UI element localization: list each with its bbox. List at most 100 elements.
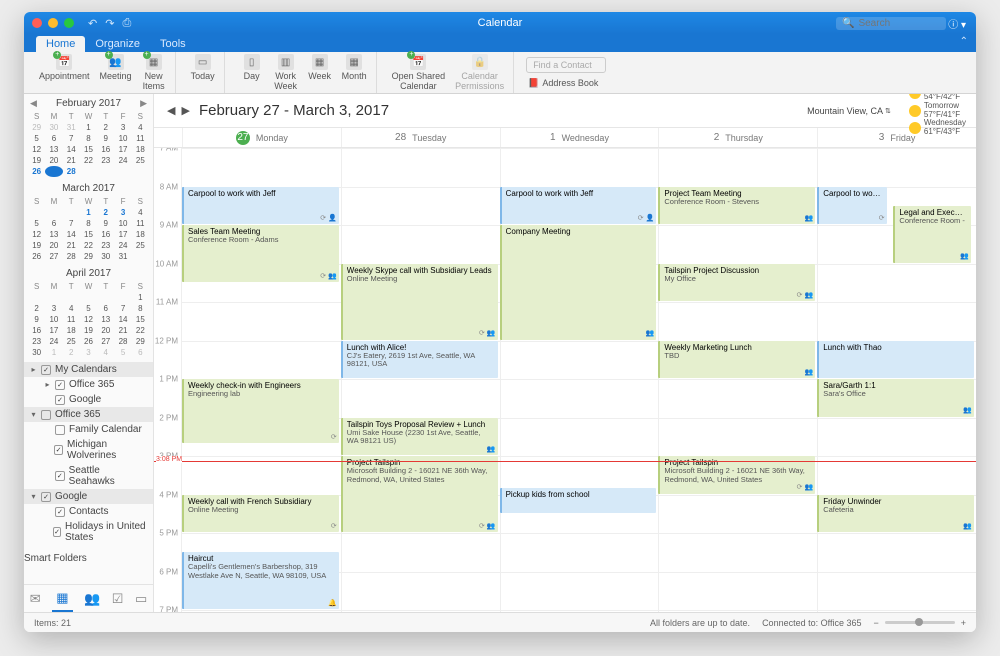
zoom-in-icon[interactable]: + <box>961 618 966 628</box>
mini-day[interactable]: 11 <box>132 218 149 229</box>
redo-icon[interactable]: ↷ <box>105 17 114 30</box>
mini-prev-month[interactable]: ◀ <box>30 98 37 109</box>
mini-day[interactable]: 12 <box>28 144 45 155</box>
search-box[interactable]: 🔍 <box>836 17 946 30</box>
mini-day[interactable]: 26 <box>80 336 97 347</box>
mini-day[interactable]: 13 <box>45 144 62 155</box>
mini-day[interactable]: 14 <box>63 144 80 155</box>
mini-day[interactable]: 1 <box>45 347 62 358</box>
checkbox-icon[interactable]: ✓ <box>55 471 65 481</box>
mini-day[interactable]: 15 <box>80 144 97 155</box>
mini-day[interactable]: 28 <box>63 251 80 262</box>
mini-day[interactable]: 3 <box>114 207 131 218</box>
mail-nav-icon[interactable]: ✉ <box>30 591 41 607</box>
calendar-event[interactable]: Tailspin Toys Proposal Review + LunchUmi… <box>341 418 498 456</box>
day-header[interactable]: 3Friday <box>817 128 976 147</box>
mini-day[interactable]: 11 <box>132 133 149 144</box>
collapse-ribbon-icon[interactable]: ⌃ <box>960 36 968 47</box>
mini-day[interactable]: 24 <box>114 155 131 166</box>
tab-organize[interactable]: Organize <box>85 36 150 52</box>
checkbox-icon[interactable]: ✓ <box>55 380 65 390</box>
mini-day[interactable] <box>45 292 62 303</box>
mini-day[interactable]: 27 <box>97 336 114 347</box>
mini-day[interactable]: 3 <box>45 303 62 314</box>
mini-day[interactable] <box>63 207 80 218</box>
mini-day[interactable]: 25 <box>132 240 149 251</box>
today-button[interactable]: ▭Today <box>188 52 218 84</box>
mini-day[interactable]: 21 <box>114 325 131 336</box>
mini-day[interactable]: 15 <box>80 229 97 240</box>
mini-next-month[interactable]: ▶ <box>140 98 147 109</box>
mini-day[interactable]: 4 <box>132 207 149 218</box>
mini-day[interactable]: 13 <box>97 314 114 325</box>
mini-day[interactable]: 3 <box>80 347 97 358</box>
day-header[interactable]: 28Tuesday <box>341 128 500 147</box>
zoom-out-icon[interactable]: − <box>873 618 878 628</box>
calendar-tree-item[interactable]: ▸✓My Calendars <box>24 362 153 377</box>
close-window-button[interactable] <box>32 18 42 28</box>
zoom-slider[interactable]: − + <box>873 618 966 628</box>
mini-day[interactable]: 20 <box>45 240 62 251</box>
mini-day[interactable]: 27 <box>45 251 62 262</box>
mini-day[interactable]: 8 <box>80 218 97 229</box>
calendar-event[interactable]: Legal and Executives Bi-WeeklyConference… <box>893 206 970 263</box>
mini-day[interactable]: 9 <box>97 133 114 144</box>
tasks-nav-icon[interactable]: ☑ <box>112 591 124 607</box>
new-meeting-button[interactable]: +👥Meeting <box>97 52 135 84</box>
checkbox-icon[interactable]: ✓ <box>54 445 63 455</box>
calendar-tree-item[interactable]: Family Calendar <box>24 422 153 437</box>
weather-location[interactable]: Mountain View, CA ⇅ <box>807 106 891 116</box>
mini-day[interactable]: 30 <box>28 347 45 358</box>
mini-day[interactable]: 10 <box>114 133 131 144</box>
smart-folders[interactable]: Smart Folders <box>24 551 153 570</box>
mini-day[interactable]: 12 <box>28 229 45 240</box>
day-header[interactable]: 27Monday <box>182 128 341 147</box>
mini-day[interactable] <box>63 292 80 303</box>
mini-day[interactable]: 14 <box>114 314 131 325</box>
mini-day[interactable]: 23 <box>28 336 45 347</box>
mini-day[interactable]: 4 <box>63 303 80 314</box>
new-items-button[interactable]: +▦New Items <box>139 52 169 94</box>
mini-day[interactable] <box>28 207 45 218</box>
checkbox-icon[interactable]: ✓ <box>41 492 51 502</box>
calendar-grid[interactable]: 7 AM8 AM9 AM10 AM11 AM12 PM1 PM2 PM3 PM4… <box>154 148 976 612</box>
day-header[interactable]: 2Thursday <box>658 128 817 147</box>
mini-day[interactable] <box>45 207 62 218</box>
mini-day[interactable]: 18 <box>63 325 80 336</box>
mini-day[interactable]: 18 <box>132 229 149 240</box>
calendar-event[interactable]: Carpool to work with Jeff⟳👤 <box>182 187 339 225</box>
calendar-tree-item[interactable]: ▸✓Office 365 <box>24 377 153 392</box>
checkbox-icon[interactable] <box>41 410 51 420</box>
mini-day[interactable]: 27 <box>45 166 62 177</box>
work-week-view-button[interactable]: ▥Work Week <box>271 52 301 94</box>
undo-icon[interactable]: ↶ <box>88 17 97 30</box>
calendar-tree-item[interactable]: ✓Seattle Seahawks <box>24 463 153 489</box>
calendar-nav-icon[interactable]: ▦ <box>52 586 72 612</box>
tab-home[interactable]: Home <box>36 36 85 52</box>
open-shared-calendar-button[interactable]: +📅Open Shared Calendar <box>389 52 449 94</box>
calendar-event[interactable]: Carpool to work with Jeff⟳👤 <box>500 187 657 225</box>
new-appointment-button[interactable]: +📅Appointment <box>36 52 93 84</box>
calendar-event[interactable]: Weekly Skype call with Subsidiary LeadsO… <box>341 264 498 340</box>
mini-day[interactable]: 7 <box>63 218 80 229</box>
mini-day[interactable]: 23 <box>97 240 114 251</box>
mini-day[interactable]: 19 <box>28 155 45 166</box>
mini-day[interactable]: 22 <box>80 155 97 166</box>
next-week-button[interactable]: ▶ <box>178 104 192 117</box>
mini-day[interactable]: 1 <box>132 292 149 303</box>
notes-nav-icon[interactable]: ▭ <box>135 591 147 607</box>
calendar-event[interactable]: Friday UnwinderCafeteria👥 <box>817 495 974 533</box>
mini-day[interactable] <box>114 292 131 303</box>
checkbox-icon[interactable]: ✓ <box>55 507 65 517</box>
mini-day[interactable]: 18 <box>132 144 149 155</box>
calendar-event[interactable]: Pickup kids from school <box>500 488 657 513</box>
mini-day[interactable]: 1 <box>80 207 97 218</box>
search-input[interactable] <box>858 18 938 29</box>
week-view-button[interactable]: ▦Week <box>305 52 335 84</box>
mini-day[interactable] <box>97 292 114 303</box>
tab-tools[interactable]: Tools <box>150 36 196 52</box>
calendar-event[interactable]: HaircutCapelli's Gentlemen's Barbershop,… <box>182 552 339 609</box>
calendar-event[interactable]: Sales Team MeetingConference Room - Adam… <box>182 225 339 282</box>
mini-day[interactable]: 31 <box>63 122 80 133</box>
calendar-event[interactable]: Carpool to work with Jeff⟳ <box>817 187 886 225</box>
